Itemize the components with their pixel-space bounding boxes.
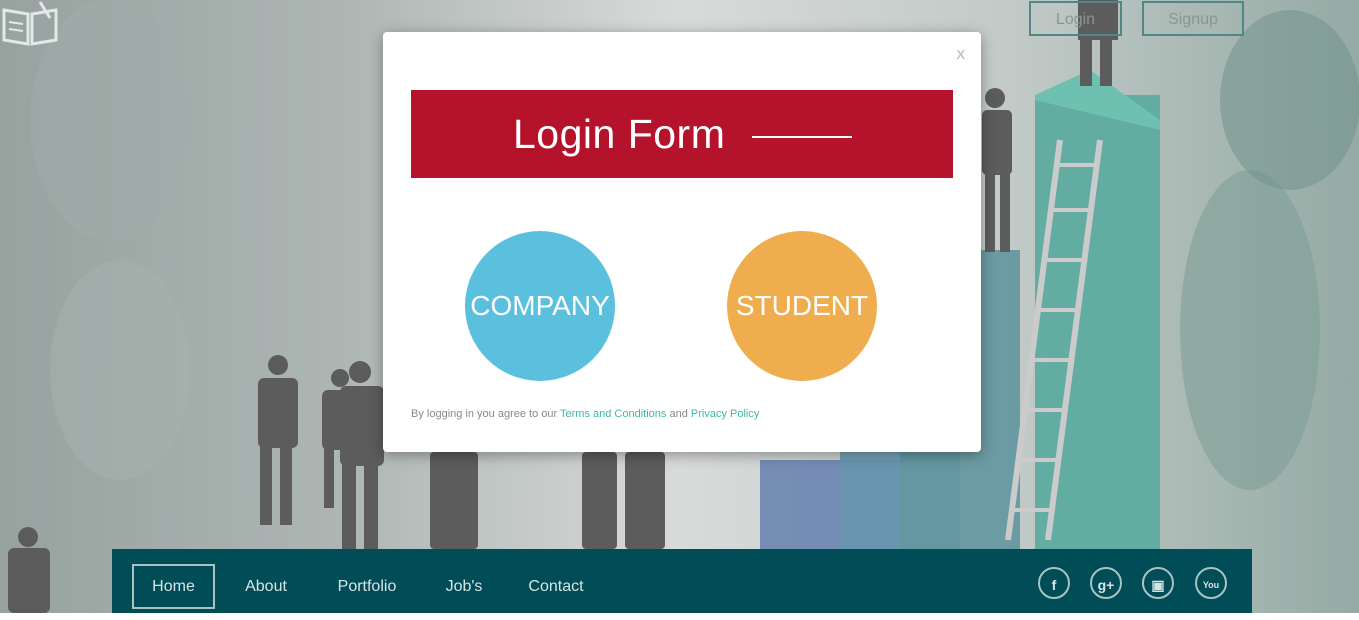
google-plus-icon[interactable]: g+ bbox=[1090, 567, 1122, 599]
youtube-icon[interactable]: You bbox=[1195, 567, 1227, 599]
terms-notice: By logging in you agree to our Terms and… bbox=[411, 408, 759, 420]
privacy-link[interactable]: Privacy Policy bbox=[691, 408, 759, 420]
nav-home[interactable]: Home bbox=[132, 564, 215, 609]
login-form-banner: Login Form bbox=[411, 90, 953, 178]
login-modal: x Login Form COMPANY STUDENT By logging … bbox=[383, 32, 981, 452]
terms-joiner: and bbox=[669, 408, 688, 420]
nav-contact[interactable]: Contact bbox=[524, 564, 588, 609]
close-icon[interactable]: x bbox=[957, 44, 966, 64]
login-form-title: Login Form bbox=[513, 111, 726, 157]
instagram-icon[interactable]: ▣ bbox=[1142, 567, 1174, 599]
nav-jobs[interactable]: Job's bbox=[443, 564, 485, 609]
title-underline bbox=[752, 136, 852, 138]
student-login-button[interactable]: STUDENT bbox=[727, 231, 877, 381]
main-navbar: Home About Portfolio Job's Contact f g+ … bbox=[112, 549, 1252, 613]
company-login-button[interactable]: COMPANY bbox=[465, 231, 615, 381]
nav-about[interactable]: About bbox=[237, 564, 295, 609]
facebook-icon[interactable]: f bbox=[1038, 567, 1070, 599]
terms-link[interactable]: Terms and Conditions bbox=[560, 408, 666, 420]
terms-prefix: By logging in you agree to our bbox=[411, 408, 558, 420]
nav-portfolio[interactable]: Portfolio bbox=[329, 564, 405, 609]
